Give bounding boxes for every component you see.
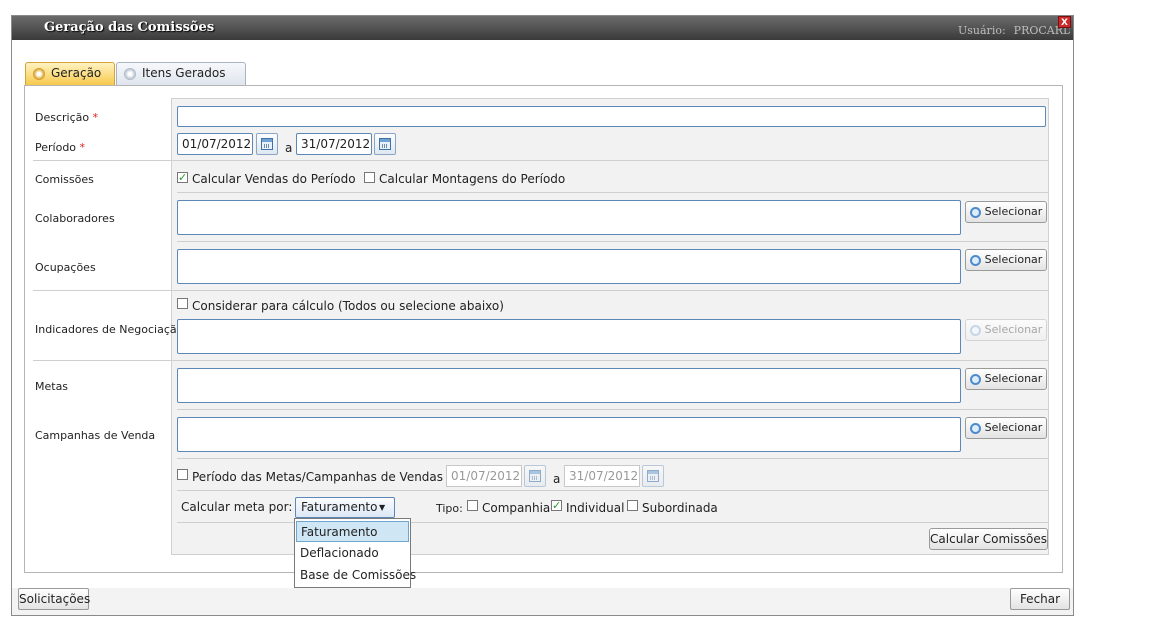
descricao-label-text: Descrição [35,111,90,124]
periodo-metas-separator: a [553,472,561,486]
companhia-checkbox[interactable] [467,500,478,511]
colaboradores-label: Colaboradores [35,212,115,225]
descricao-input[interactable] [177,106,1046,127]
periodo-start-input[interactable]: 01/07/2012 [177,133,253,155]
calcular-meta-dropdown[interactable]: Faturamento ▼ [295,497,395,518]
divider [177,490,1048,491]
periodo-metas-checkbox[interactable] [177,469,188,480]
campanhas-label: Campanhas de Venda [35,429,156,442]
divider [33,290,1048,291]
divider [33,160,1048,161]
calendar-icon [529,470,541,482]
select-button-label: Selecionar [984,421,1043,434]
solicitacoes-button[interactable]: Solicitações [18,588,90,610]
tab-geracao-label: Geração [51,66,102,80]
menu-option-base-comissoes[interactable]: Base de Comissões [296,565,416,586]
campanhas-select-button[interactable]: Selecionar [965,417,1047,439]
considerar-checkbox[interactable] [177,298,188,309]
companhia-label: Companhia [482,501,551,515]
window-title: Geração das Comissões [44,20,215,35]
colaboradores-select-button[interactable]: Selecionar [965,201,1047,223]
indicadores-label: Indicadores de Negociação [35,323,184,336]
required-mark: * [92,111,99,124]
divider [177,409,1048,410]
comissoes-label: Comissões [35,173,94,186]
calendar-button[interactable] [642,465,664,487]
divider [177,241,1048,242]
gears-icon [124,67,136,80]
select-button-label: Selecionar [984,372,1043,385]
select-button-label: Selecionar [984,253,1043,266]
metas-select-button[interactable]: Selecionar [965,368,1047,390]
periodo-end-input[interactable]: 31/07/2012 [296,133,372,155]
tab-geracao[interactable]: Geração [25,62,115,85]
calendar-button[interactable] [256,133,278,155]
metas-input[interactable] [177,368,961,403]
individual-checkbox[interactable]: ✓ [551,500,562,511]
periodo-separator: a [285,141,293,155]
periodo-label-text: Período [35,141,77,154]
search-icon [969,422,981,434]
tipo-label: Tipo: [436,502,463,515]
periodo-label: Período * [35,141,85,154]
user-label: Usuário: [958,24,1006,37]
divider [177,458,1048,459]
calendar-button[interactable] [374,133,396,155]
colaboradores-input[interactable] [177,200,961,235]
subordinada-label: Subordinada [642,501,718,515]
search-icon [969,373,981,385]
metas-label: Metas [35,380,69,393]
descricao-label: Descrição * [35,111,98,124]
search-icon [969,324,981,336]
select-button-label: Selecionar [984,205,1043,218]
gear-icon [33,67,45,80]
select-button-label: Selecionar [984,323,1043,336]
ocupacoes-input[interactable] [177,249,961,284]
tab-itens-gerados-label: Itens Gerados [142,66,226,80]
dropdown-selected-value: Faturamento [301,500,378,514]
divider [177,192,1048,193]
search-icon [969,254,981,266]
calendar-icon [261,138,273,150]
calendar-icon [647,470,659,482]
menu-option-deflacionado[interactable]: Deflacionado [296,543,409,564]
campanhas-input[interactable] [177,417,961,452]
calcular-meta-menu: Faturamento Deflacionado Base de Comissõ… [294,518,416,588]
montagens-checkbox[interactable] [364,172,375,183]
fechar-button[interactable]: Fechar [1010,588,1070,610]
indicadores-select-button[interactable]: Selecionar [965,319,1047,341]
periodo-metas-end-input[interactable]: 31/07/2012 [564,465,640,487]
calcular-meta-label: Calcular meta por: [181,500,293,514]
tab-itens-gerados[interactable]: Itens Gerados [116,62,246,85]
ocupacoes-label: Ocupações [35,261,96,274]
calendar-button[interactable] [524,465,546,487]
indicadores-input[interactable] [177,319,961,354]
user-info: Usuário:PROCARD S [958,24,1070,37]
search-icon [969,206,981,218]
chevron-down-icon: ▼ [379,503,386,512]
menu-option-faturamento[interactable]: Faturamento [296,521,409,542]
vendas-checkbox[interactable]: ✓ [177,172,188,183]
ocupacoes-select-button[interactable]: Selecionar [965,249,1047,271]
considerar-label: Considerar para cálculo (Todos ou seleci… [192,299,504,313]
calendar-icon [379,138,391,150]
montagens-label: Calcular Montagens do Período [379,172,566,186]
required-mark: * [79,141,86,154]
divider [33,360,1048,361]
close-button[interactable]: X [1058,16,1071,28]
individual-label: Individual [566,501,625,515]
periodo-metas-label: Período das Metas/Campanhas de Vendas [192,470,444,484]
periodo-metas-start-input[interactable]: 01/07/2012 [446,465,522,487]
subordinada-checkbox[interactable] [627,500,638,511]
vendas-label: Calcular Vendas do Período [192,172,356,186]
calcular-comissoes-button[interactable]: Calcular Comissões [929,528,1048,550]
